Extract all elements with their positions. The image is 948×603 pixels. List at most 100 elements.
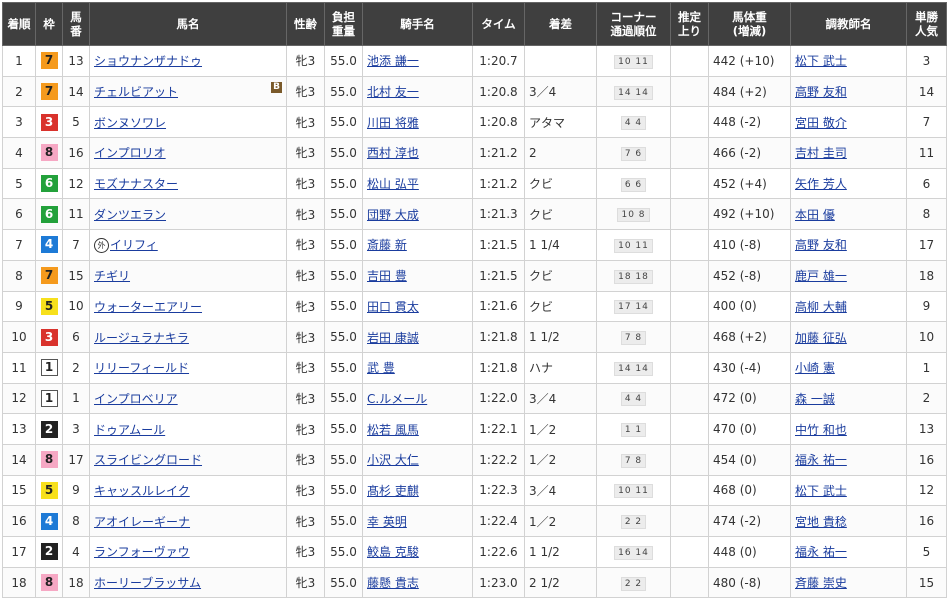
- table-row: 3 3 5 ボンヌソワレ 牝3 55.0 川田 将雅 1:20.8 アタマ 4 4 448 (-2)…: [2, 106, 947, 139]
- umaban-cell: 7: [62, 229, 90, 261]
- jockey-name-link[interactable]: 川田 将雅: [367, 116, 419, 130]
- horse-name-link[interactable]: キャッスルレイク: [94, 484, 190, 498]
- sexage-cell: 牝3: [286, 566, 325, 599]
- corner-badge: 6 6: [620, 177, 647, 192]
- margin-cell: 1 1/2: [524, 536, 597, 568]
- trainer-name-link[interactable]: 小崎 憲: [795, 361, 835, 375]
- horse-name-link[interactable]: スライビングロード: [94, 453, 202, 467]
- trainer-name-link[interactable]: 鹿戸 雄一: [795, 269, 847, 283]
- horse-name-link[interactable]: モズナナスター: [94, 177, 178, 191]
- umaban-cell: 11: [62, 198, 90, 231]
- horse-name-link[interactable]: ボンヌソワレ: [94, 116, 166, 130]
- trainer-name-link[interactable]: 高野 友和: [795, 85, 847, 99]
- jockey-name-link[interactable]: 池添 謙一: [367, 54, 419, 68]
- horse-name-link[interactable]: インプロリオ: [94, 146, 166, 160]
- sexage-cell: 牝3: [286, 259, 325, 292]
- trainer-name-link[interactable]: 矢作 芳人: [795, 177, 847, 191]
- popularity-cell: 6: [906, 167, 947, 200]
- horse-cell: モズナナスター: [89, 167, 287, 200]
- trainer-name-link[interactable]: 中竹 和也: [795, 423, 847, 437]
- horse-name-link[interactable]: インプロベリア: [94, 392, 178, 406]
- rank-cell: 7: [2, 229, 36, 261]
- table-row: 16 4 8 アオイレーギーナ 牝3 55.0 幸 英明 1:22.4 1／2 2 2 474 (-…: [2, 505, 947, 537]
- trainer-name-link[interactable]: 森 一誠: [795, 392, 835, 406]
- trainer-name-link[interactable]: 本田 優: [795, 208, 835, 222]
- popularity-cell: 9: [906, 290, 947, 323]
- jockey-name-link[interactable]: 小沢 大仁: [367, 453, 419, 467]
- jockey-name-link[interactable]: 幸 英明: [367, 515, 407, 529]
- corner-badge: 1 1: [620, 423, 647, 438]
- horse-name-link[interactable]: ドゥアムール: [94, 423, 165, 437]
- jockey-name-link[interactable]: 武 豊: [367, 361, 395, 375]
- weight-cell: 55.0: [324, 536, 363, 568]
- trainer-name-link[interactable]: 福永 祐一: [795, 545, 847, 559]
- jockey-name-link[interactable]: 藤懸 貴志: [367, 576, 419, 590]
- jockey-name-link[interactable]: 松山 弘平: [367, 177, 419, 191]
- popularity-cell: 13: [906, 413, 947, 445]
- jockey-name-link[interactable]: 髙杉 吏麒: [367, 484, 419, 498]
- jockey-name-link[interactable]: C.ルメール: [367, 392, 427, 406]
- rank-cell: 16: [2, 505, 36, 537]
- trainer-name-link[interactable]: 宮田 敬介: [795, 116, 847, 130]
- trainer-name-link[interactable]: 高野 友和: [795, 238, 847, 252]
- jockey-name-link[interactable]: 斎藤 新: [367, 238, 407, 252]
- bodyweight-cell: 470 (0): [708, 413, 791, 445]
- horse-cell: ランフォーヴァウ: [89, 536, 287, 568]
- jockey-name-link[interactable]: 西村 淳也: [367, 146, 419, 160]
- umaban-cell: 12: [62, 167, 90, 200]
- jockey-name-link[interactable]: 団野 大成: [367, 208, 419, 222]
- popularity-cell: 15: [906, 566, 947, 599]
- trainer-name-link[interactable]: 福永 祐一: [795, 453, 847, 467]
- corner-cell: 10 8: [596, 198, 671, 231]
- horse-name-link[interactable]: ショウナンザナドゥ: [94, 54, 202, 68]
- umaban-cell: 13: [62, 45, 90, 77]
- trainer-name-link[interactable]: 高柳 大輔: [795, 300, 847, 314]
- bodyweight-cell: 480 (-8): [708, 566, 791, 599]
- corner-cell: 18 18: [596, 259, 671, 292]
- trainer-name-link[interactable]: 吉村 圭司: [795, 146, 847, 160]
- horse-cell: ドゥアムール: [89, 413, 287, 445]
- waku-cell: 4: [35, 505, 63, 537]
- horse-name-link[interactable]: アオイレーギーナ: [94, 515, 190, 529]
- jockey-name-link[interactable]: 田口 貫太: [367, 300, 419, 314]
- umaban-cell: 8: [62, 505, 90, 537]
- time-cell: 1:21.5: [472, 229, 525, 261]
- sexage-cell: 牝3: [286, 229, 325, 261]
- table-row: 2 7 14 チェルビアット B 牝3 55.0 北村 友一 1:20.8 3／4 14 14 484…: [2, 75, 947, 108]
- trainer-name-link[interactable]: 斉藤 崇史: [795, 576, 847, 590]
- trainer-name-link[interactable]: 宮地 貴稔: [795, 515, 847, 529]
- waku-cell: 2: [35, 536, 63, 568]
- margin-cell: 1／2: [524, 413, 597, 445]
- corner-cell: 2 2: [596, 505, 671, 537]
- jockey-name-link[interactable]: 吉田 豊: [367, 269, 407, 283]
- umaban-cell: 14: [62, 75, 90, 108]
- horse-name-link[interactable]: イリフィ: [110, 238, 158, 252]
- weight-cell: 55.0: [324, 321, 363, 353]
- horse-name-link[interactable]: チェルビアット: [94, 85, 178, 99]
- rank-cell: 4: [2, 137, 36, 169]
- jockey-name-link[interactable]: 松若 風馬: [367, 423, 419, 437]
- horse-name-link[interactable]: ウォーターエアリー: [94, 300, 202, 314]
- trainer-cell: 森 一誠: [790, 382, 907, 415]
- header-popularity: 単勝 人気: [906, 2, 947, 46]
- horse-cell: ダンツエラン: [89, 198, 287, 231]
- horse-name-link[interactable]: チギリ: [94, 269, 130, 283]
- trainer-name-link[interactable]: 松下 武士: [795, 54, 847, 68]
- jockey-name-link[interactable]: 岩田 康誠: [367, 331, 419, 345]
- horse-name-link[interactable]: リリーフィールド: [94, 361, 189, 375]
- waku-badge: 2: [40, 543, 58, 561]
- horse-name-link[interactable]: ランフォーヴァウ: [94, 545, 190, 559]
- header-trainer: 調教師名: [790, 2, 907, 46]
- table-row: 7 4 7 外イリフィ 牝3 55.0 斎藤 新 1:21.5 1 1/4 10 11 410 (-…: [2, 229, 947, 261]
- bodyweight-cell: 454 (0): [708, 443, 791, 476]
- horse-name-link[interactable]: ホーリーブラッサム: [94, 576, 201, 590]
- last-cell: [670, 137, 709, 169]
- horse-name-link[interactable]: ダンツエラン: [94, 208, 166, 222]
- sexage-cell: 牝3: [286, 413, 325, 445]
- jockey-name-link[interactable]: 北村 友一: [367, 85, 419, 99]
- horse-name-link[interactable]: ルージュラナキラ: [94, 331, 189, 345]
- trainer-name-link[interactable]: 加藤 征弘: [795, 331, 847, 345]
- trainer-name-link[interactable]: 松下 武士: [795, 484, 847, 498]
- waku-cell: 7: [35, 45, 63, 77]
- jockey-name-link[interactable]: 鮫島 克駿: [367, 545, 419, 559]
